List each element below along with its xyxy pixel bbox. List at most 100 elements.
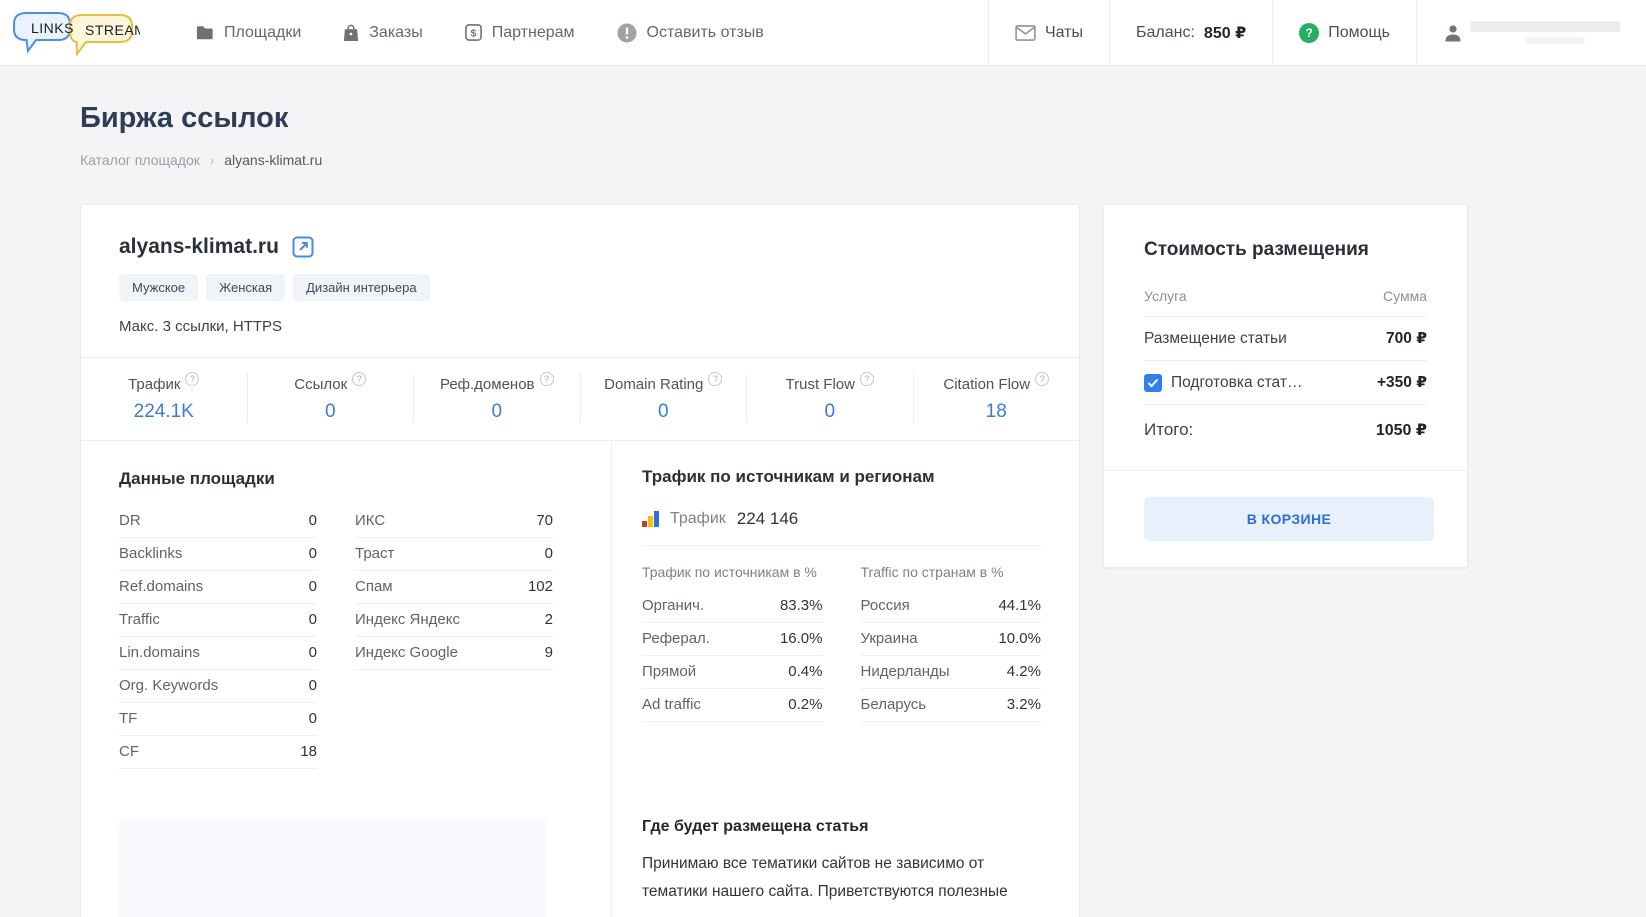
stat-value: 224.1K bbox=[133, 401, 194, 422]
stat-value: 0 bbox=[824, 401, 836, 422]
platform-data-title: Данные площадки bbox=[119, 469, 275, 488]
chats-button[interactable]: Чаты bbox=[987, 0, 1109, 65]
cost-row-label: Подготовка стат… bbox=[1171, 373, 1303, 391]
data-value: 2 bbox=[544, 611, 553, 628]
category-tag: Женская bbox=[206, 274, 286, 301]
user-menu[interactable] bbox=[1416, 0, 1646, 65]
stat-item: Ссылок? 0 bbox=[246, 372, 414, 423]
data-value: 0 bbox=[308, 611, 317, 628]
stat-item: Трафик? 224.1K bbox=[81, 372, 247, 423]
data-row: Индекс Google 9 bbox=[355, 637, 553, 670]
preparation-checkbox[interactable] bbox=[1144, 373, 1162, 392]
traffic-section: Трафик по источникам и регионам Трафик 2… bbox=[611, 441, 1079, 917]
nav-item-orders[interactable]: Заказы bbox=[343, 23, 423, 42]
balance[interactable]: Баланс: 850 ₽ bbox=[1109, 0, 1272, 65]
cost-row-preparation: Подготовка стат… +350 ₽ bbox=[1144, 361, 1427, 405]
header-right: Чаты Баланс: 850 ₽ ? Помощь bbox=[987, 0, 1646, 65]
help-icon[interactable]: ? bbox=[539, 372, 554, 386]
balance-value: 850 ₽ bbox=[1203, 24, 1247, 42]
data-row: Траст 0 bbox=[355, 538, 553, 571]
sources-header: Трафик по источникам в % bbox=[642, 564, 817, 580]
logo[interactable]: LINKS STREAM bbox=[0, 0, 160, 65]
stat-value: 0 bbox=[324, 401, 336, 422]
breadcrumb-separator: › bbox=[209, 152, 215, 168]
folder-icon bbox=[196, 25, 213, 39]
cost-row-placement: Размещение статьи 700 ₽ bbox=[1144, 317, 1427, 361]
help-button[interactable]: ? Помощь bbox=[1272, 0, 1416, 65]
data-value: 18 bbox=[300, 743, 317, 760]
breadcrumb-root-link[interactable]: Каталог площадок bbox=[80, 152, 200, 168]
data-row: Traffic 0 bbox=[119, 604, 317, 637]
help-icon[interactable]: ? bbox=[708, 372, 723, 386]
data-value: 0 bbox=[308, 512, 317, 529]
external-link-icon[interactable] bbox=[292, 236, 314, 258]
header: LINKS STREAM Площадки Заказы $ Партнерам bbox=[0, 0, 1646, 66]
traffic-total-value: 224 146 bbox=[736, 509, 799, 528]
help-circle-icon: ? bbox=[1299, 22, 1320, 43]
traffic-total-label: Трафик bbox=[670, 510, 726, 527]
placement-conditions: Макс. 3 ссылки, HTTPS bbox=[119, 318, 283, 335]
nav-item-platforms[interactable]: Площадки bbox=[196, 24, 301, 42]
nav-label: Партнерам bbox=[491, 23, 575, 41]
data-label: Траст bbox=[355, 545, 395, 562]
source-row: Реферал. 16.0% bbox=[642, 623, 823, 656]
data-row: Backlinks 0 bbox=[119, 538, 317, 571]
source-label: Органич. bbox=[642, 597, 705, 614]
category-tag: Мужское bbox=[119, 274, 199, 301]
data-value: 0 bbox=[308, 578, 317, 595]
country-label: Россия bbox=[860, 597, 910, 614]
cost-col-sum: Сумма bbox=[1383, 288, 1427, 304]
country-value: 3.2% bbox=[1006, 696, 1041, 713]
source-row: Прямой 0.4% bbox=[642, 656, 823, 689]
help-icon[interactable]: ? bbox=[185, 372, 200, 386]
data-row: Lin.domains 0 bbox=[119, 637, 317, 670]
check-icon bbox=[1147, 378, 1159, 387]
cost-total-row: Итого: 1050 ₽ bbox=[1144, 405, 1427, 440]
data-label: ИКС bbox=[355, 512, 386, 529]
stat-label: Ссылок bbox=[294, 376, 348, 393]
source-value: 0.2% bbox=[788, 696, 823, 713]
stat-label: Реф.доменов bbox=[439, 376, 535, 393]
stat-label: Трафик bbox=[128, 376, 181, 393]
data-row: TF 0 bbox=[119, 703, 317, 736]
nav-label: Заказы bbox=[369, 23, 423, 41]
stat-item: Citation Flow? 18 bbox=[912, 372, 1080, 423]
article-placement-section: Где будет размещена статья Принимаю все … bbox=[642, 818, 1041, 906]
data-value: 70 bbox=[536, 512, 553, 529]
nav-item-feedback[interactable]: Оставить отзыв bbox=[617, 23, 764, 43]
help-icon[interactable]: ? bbox=[352, 372, 367, 386]
svg-text:$: $ bbox=[470, 28, 476, 39]
data-label: DR bbox=[119, 512, 141, 529]
stat-item: Domain Rating? 0 bbox=[579, 372, 747, 423]
add-to-cart-button[interactable]: В КОРЗИНЕ bbox=[1144, 497, 1434, 541]
nav-item-partners[interactable]: $ Партнерам bbox=[464, 23, 575, 42]
data-label: Ref.domains bbox=[119, 578, 204, 595]
traffic-countries: Traffic по странам в % Россия 44.1% Укра… bbox=[860, 562, 1041, 722]
country-row: Беларусь 3.2% bbox=[860, 689, 1041, 722]
source-label: Ad traffic bbox=[642, 696, 701, 713]
source-value: 16.0% bbox=[779, 630, 823, 647]
data-label: CF bbox=[119, 743, 139, 760]
platform-data-section: Данные площадки DR 0 Backlinks 0 Ref.dom… bbox=[81, 441, 611, 917]
help-icon[interactable]: ? bbox=[1035, 372, 1050, 386]
data-label: TF bbox=[119, 710, 138, 727]
cost-card-divider bbox=[1104, 470, 1467, 471]
platform-data-col2: ИКС 70 Траст 0 Спам 102 Индекс Яндекс 2 … bbox=[355, 505, 553, 769]
main-nav: Площадки Заказы $ Партнерам Оставить отз… bbox=[196, 0, 988, 65]
help-icon[interactable]: ? bbox=[859, 372, 874, 386]
user-icon bbox=[1445, 24, 1461, 41]
nav-label: Оставить отзыв bbox=[646, 23, 764, 41]
data-value: 0 bbox=[308, 545, 317, 562]
source-value: 0.4% bbox=[788, 663, 823, 680]
countries-list: Россия 44.1% Украина 10.0% Нидерланды 4.… bbox=[860, 590, 1041, 722]
stat-value: 0 bbox=[491, 401, 503, 422]
cost-total-value: 1050 ₽ bbox=[1375, 422, 1427, 439]
exclamation-circle-icon bbox=[617, 23, 637, 42]
data-label: Спам bbox=[355, 578, 393, 595]
data-row: Ref.domains 0 bbox=[119, 571, 317, 604]
sources-list: Органич. 83.3% Реферал. 16.0% Прямой 0.4… bbox=[642, 590, 823, 722]
data-row: Org. Keywords 0 bbox=[119, 670, 317, 703]
page-title: Биржа ссылок bbox=[80, 102, 289, 134]
cost-col-service: Услуга bbox=[1144, 288, 1187, 304]
article-placement-text: Принимаю все тематики сайтов не зависимо… bbox=[642, 855, 1008, 900]
